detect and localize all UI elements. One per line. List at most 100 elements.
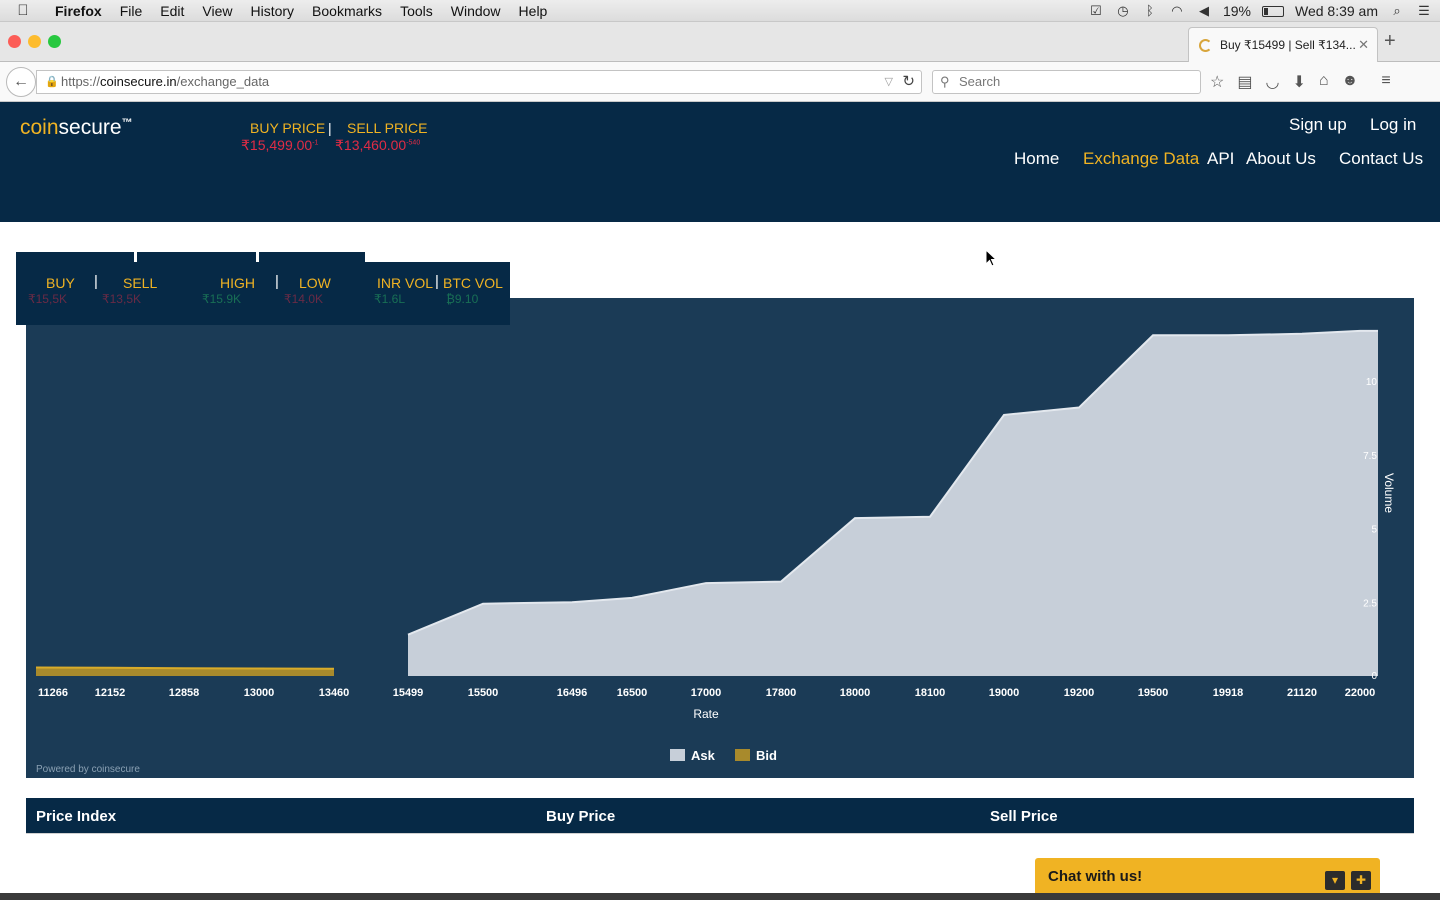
nav-contact-us[interactable]: Contact Us <box>1339 149 1423 169</box>
navigation-toolbar: ← 🔒 https://coinsecure.in/exchange_data … <box>0 62 1440 102</box>
lock-icon[interactable]: 🔒 <box>45 71 59 93</box>
home-icon[interactable]: ⌂ <box>1319 72 1329 92</box>
pocket-icon[interactable]: ◡ <box>1265 72 1279 92</box>
menu-view[interactable]: View <box>193 3 241 19</box>
x-tick-label: 12858 <box>169 687 200 699</box>
ticker-value-buy: ₹15,5K <box>28 292 67 306</box>
ticker-separator: | <box>94 273 98 290</box>
signup-link[interactable]: Sign up <box>1289 115 1347 135</box>
reload-icon[interactable]: ↻ <box>902 71 915 93</box>
hamburger-menu-icon[interactable]: ≡ <box>1381 72 1390 92</box>
ticker-label-inr-vol: INR VOL <box>377 275 434 291</box>
y-tick-label: 0 <box>1371 671 1377 682</box>
ticker-panel: BUY | SELL HIGH | LOW INR VOL | BTC VOL … <box>16 262 510 325</box>
ticker-tab-1[interactable] <box>16 252 134 262</box>
sell-price-value: ₹13,460.00-540 <box>335 137 420 154</box>
nav-home[interactable]: Home <box>1014 149 1059 169</box>
apple-icon[interactable]:  <box>0 2 46 19</box>
chat-label[interactable]: Chat with us! <box>1048 868 1142 885</box>
ticker-value-inr-vol: ₹1.6L <box>374 292 405 306</box>
sell-price-label: SELL PRICE <box>347 120 428 136</box>
menu-help[interactable]: Help <box>510 3 557 19</box>
ticker-tab-3[interactable] <box>259 252 365 262</box>
ticker-label-btc-vol: BTC VOL <box>443 275 503 291</box>
x-tick-label: 16500 <box>617 687 648 699</box>
search-input[interactable]: ⚲ Search <box>932 70 1201 94</box>
chat-bubble-icon[interactable]: ☻ <box>1342 72 1359 92</box>
bluetooth-icon[interactable]: ᛒ <box>1142 4 1158 18</box>
menu-tools[interactable]: Tools <box>391 3 442 19</box>
nav-about-us[interactable]: About Us <box>1246 149 1316 169</box>
y-tick-label: 2.5 <box>1363 598 1377 609</box>
ticker-value-sell: ₹13,5K <box>102 292 141 306</box>
url-dropdown-icon[interactable]: ▽ <box>885 71 893 93</box>
footer-image-strip <box>0 893 1440 900</box>
menu-bookmarks[interactable]: Bookmarks <box>303 3 391 19</box>
minimize-window-button[interactable] <box>28 35 41 48</box>
url-path: /exchange_data <box>176 74 270 89</box>
loading-icon <box>1199 38 1212 52</box>
search-placeholder: Search <box>959 74 1001 89</box>
x-tick-label: 16496 <box>557 687 588 699</box>
x-tick-label: 19000 <box>989 687 1020 699</box>
ticker-label-high: HIGH <box>220 275 255 291</box>
x-tick-label: 15500 <box>468 687 499 699</box>
spotlight-icon[interactable]: ⌕ <box>1389 4 1405 18</box>
bookmark-star-icon[interactable]: ☆ <box>1210 72 1224 92</box>
download-icon[interactable]: ⬇ <box>1292 72 1305 92</box>
x-tick-label: 17000 <box>691 687 722 699</box>
price-table-header: Price Index Buy Price Sell Price <box>26 798 1414 834</box>
ticker-value-low: ₹14.0K <box>284 292 323 306</box>
x-tick-label: 19200 <box>1064 687 1095 699</box>
wifi-icon[interactable]: ◠ <box>1169 4 1185 18</box>
reading-list-icon[interactable]: ▤ <box>1237 72 1252 92</box>
x-tick-label: 19918 <box>1213 687 1244 699</box>
browser-tab[interactable]: Buy ₹15499 | Sell ₹134... ✕ <box>1188 27 1378 62</box>
nav-exchange-data[interactable]: Exchange Data <box>1083 149 1199 169</box>
legend-bid-swatch <box>735 749 750 761</box>
menu-app-name[interactable]: Firefox <box>46 3 111 19</box>
new-tab-button[interactable]: + <box>1384 30 1396 53</box>
close-window-button[interactable] <box>8 35 21 48</box>
logo-coin: coin <box>20 116 59 139</box>
checkmark-icon[interactable]: ☑ <box>1088 4 1104 18</box>
y-tick-label: 7.5 <box>1363 451 1377 462</box>
chevron-down-icon[interactable]: ▾ <box>1325 871 1345 890</box>
volume-icon[interactable]: ◀ <box>1196 4 1212 18</box>
menu-history[interactable]: History <box>241 3 303 19</box>
back-button[interactable]: ← <box>6 67 36 97</box>
logo-tm: ™ <box>121 117 133 129</box>
x-tick-label: 17800 <box>766 687 797 699</box>
header-buy-price[interactable]: Buy Price <box>546 808 615 825</box>
header-price-index[interactable]: Price Index <box>36 808 116 825</box>
search-icon: ⚲ <box>940 74 950 89</box>
close-tab-icon[interactable]: ✕ <box>1358 37 1369 53</box>
battery-icon[interactable] <box>1261 5 1284 17</box>
plus-icon[interactable]: ✚ <box>1351 871 1371 890</box>
buy-price-amount: ₹15,499.00 <box>241 137 313 153</box>
ticker-label-sell: SELL <box>123 275 158 291</box>
x-tick-label: 13000 <box>244 687 275 699</box>
menu-window[interactable]: Window <box>442 3 510 19</box>
bid-line <box>35 666 335 670</box>
zoom-window-button[interactable] <box>48 35 61 48</box>
coinsecure-logo[interactable]: coinsecure™ <box>20 116 133 140</box>
header-sell-price[interactable]: Sell Price <box>990 808 1058 825</box>
x-tick-label: 18100 <box>915 687 946 699</box>
ticker-separator: | <box>435 273 439 290</box>
time-machine-icon[interactable]: ◷ <box>1115 4 1131 18</box>
menu-file[interactable]: File <box>111 3 152 19</box>
login-link[interactable]: Log in <box>1370 115 1416 135</box>
ticker-tab-2[interactable] <box>137 252 256 262</box>
notification-center-icon[interactable]: ☰ <box>1416 4 1432 18</box>
ask-area <box>408 330 1378 676</box>
menu-edit[interactable]: Edit <box>151 3 193 19</box>
clock[interactable]: Wed 8:39 am <box>1295 3 1378 19</box>
tab-bar: Buy ₹15499 | Sell ₹134... ✕ + <box>0 22 1440 62</box>
site-header: coinsecure™ BUY PRICE | SELL PRICE ₹15,4… <box>0 102 1440 222</box>
x-tick-label: 19500 <box>1138 687 1169 699</box>
url-bar[interactable]: 🔒 https://coinsecure.in/exchange_data ▽ … <box>36 70 922 94</box>
url-prefix: https:// <box>61 74 101 89</box>
nav-api[interactable]: API <box>1207 149 1234 169</box>
depth-chart-svg: 11266 12152 12858 13000 13460 15499 15500 16496… <box>35 329 1396 763</box>
